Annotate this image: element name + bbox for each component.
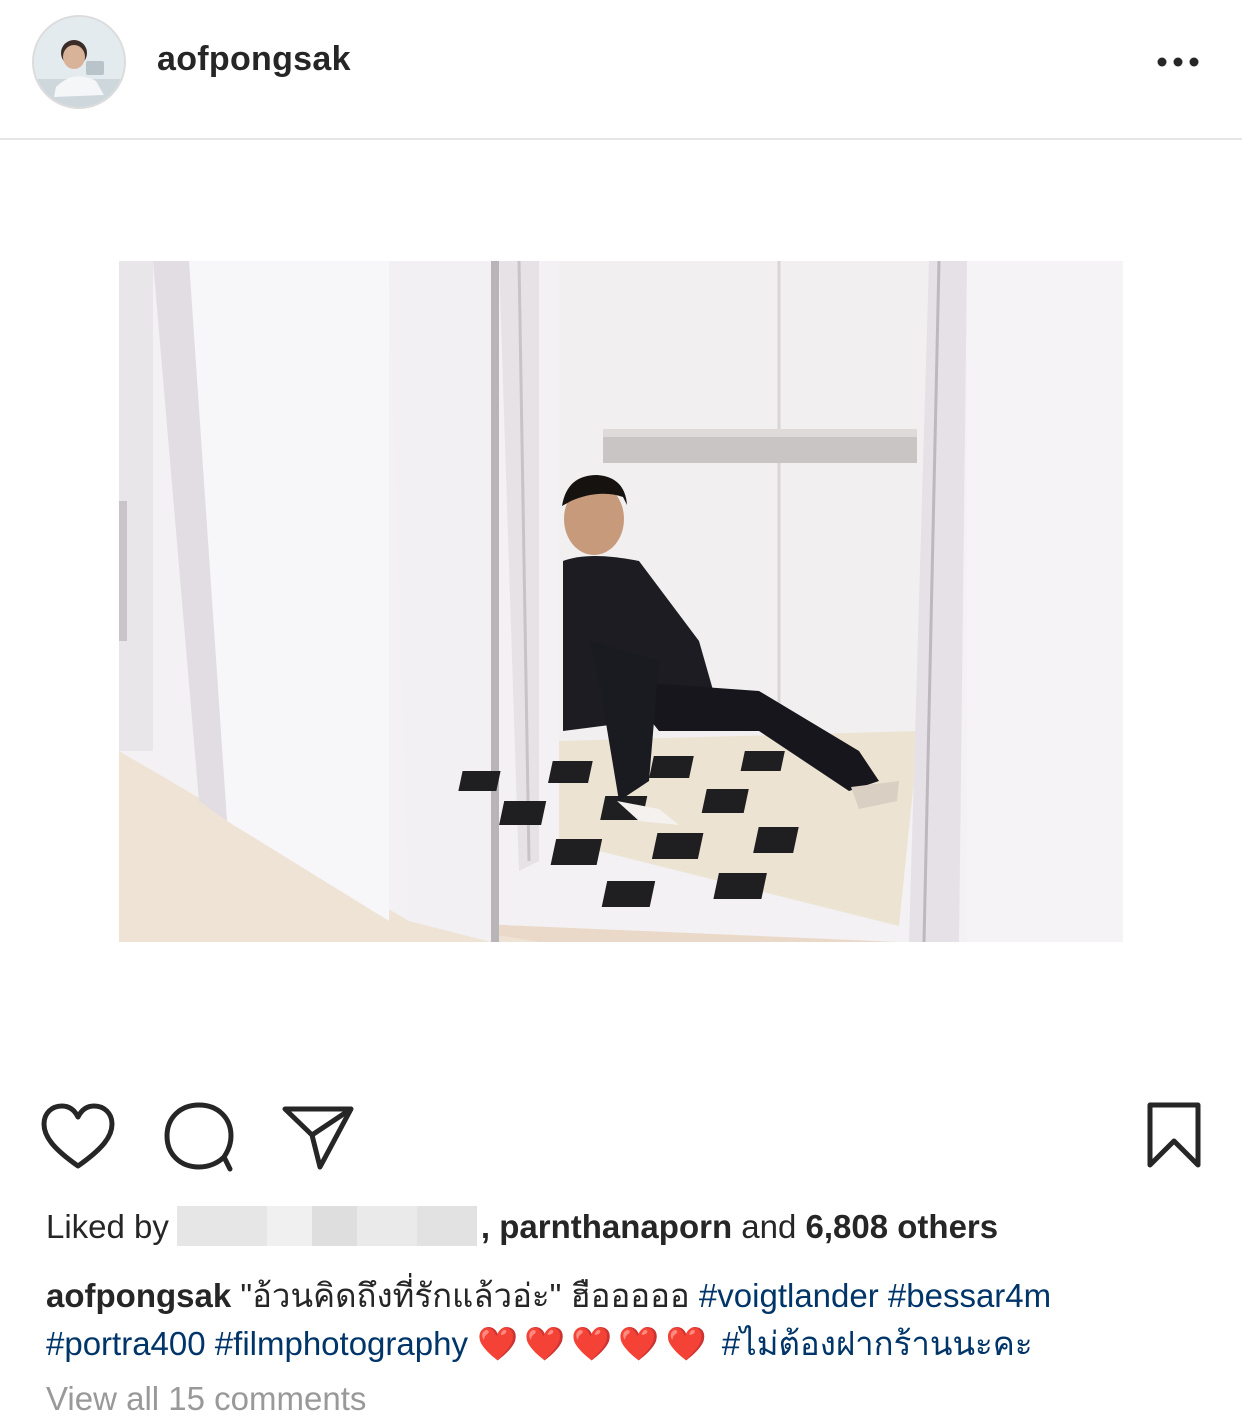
- action-bar: [0, 1095, 1242, 1185]
- hashtag-portra400[interactable]: #portra400: [46, 1325, 206, 1362]
- hashtag-filmphotography[interactable]: #filmphotography: [215, 1325, 468, 1362]
- hashtag-thai[interactable]: #ไม่ต้องฝากร้านนะคะ: [722, 1325, 1033, 1362]
- avatar[interactable]: [32, 15, 126, 109]
- send-arrow-icon[interactable]: [280, 1101, 356, 1171]
- hashtag-bessar4m[interactable]: #bessar4m: [888, 1277, 1051, 1314]
- post-photo: [119, 261, 1123, 942]
- caption-username[interactable]: aofpongsak: [46, 1277, 231, 1314]
- post-username[interactable]: aofpongsak: [157, 40, 351, 79]
- heart-emojis: ❤️❤️❤️❤️❤️: [477, 1325, 713, 1362]
- liked-and: and: [741, 1208, 797, 1245]
- bookmark-icon[interactable]: [1146, 1101, 1202, 1169]
- liked-by-label: Liked by: [46, 1208, 169, 1245]
- view-comments-link[interactable]: View all 15 comments: [46, 1380, 366, 1418]
- liked-by-user[interactable]: , parnthanaporn: [481, 1208, 732, 1245]
- more-dots-icon[interactable]: [1150, 44, 1206, 80]
- post-media[interactable]: [0, 142, 1242, 1070]
- post-caption: aofpongsak "อ้วนคิดถึงที่รักแล้วอ่ะ" ฮือ…: [46, 1272, 1216, 1368]
- caption-text: "อ้วนคิดถึงที่รักแล้วอ่ะ" ฮือออออ: [240, 1277, 690, 1314]
- likes-summary[interactable]: Liked by , parnthanaporn and 6,808 others: [46, 1206, 998, 1246]
- liked-others-count[interactable]: 6,808 others: [806, 1208, 999, 1245]
- comment-bubble-icon[interactable]: [162, 1101, 236, 1173]
- post-header: aofpongsak: [0, 0, 1242, 140]
- hashtag-voigtlander[interactable]: #voigtlander: [699, 1277, 879, 1314]
- heart-icon[interactable]: [40, 1103, 116, 1171]
- redacted-username: [176, 1206, 477, 1246]
